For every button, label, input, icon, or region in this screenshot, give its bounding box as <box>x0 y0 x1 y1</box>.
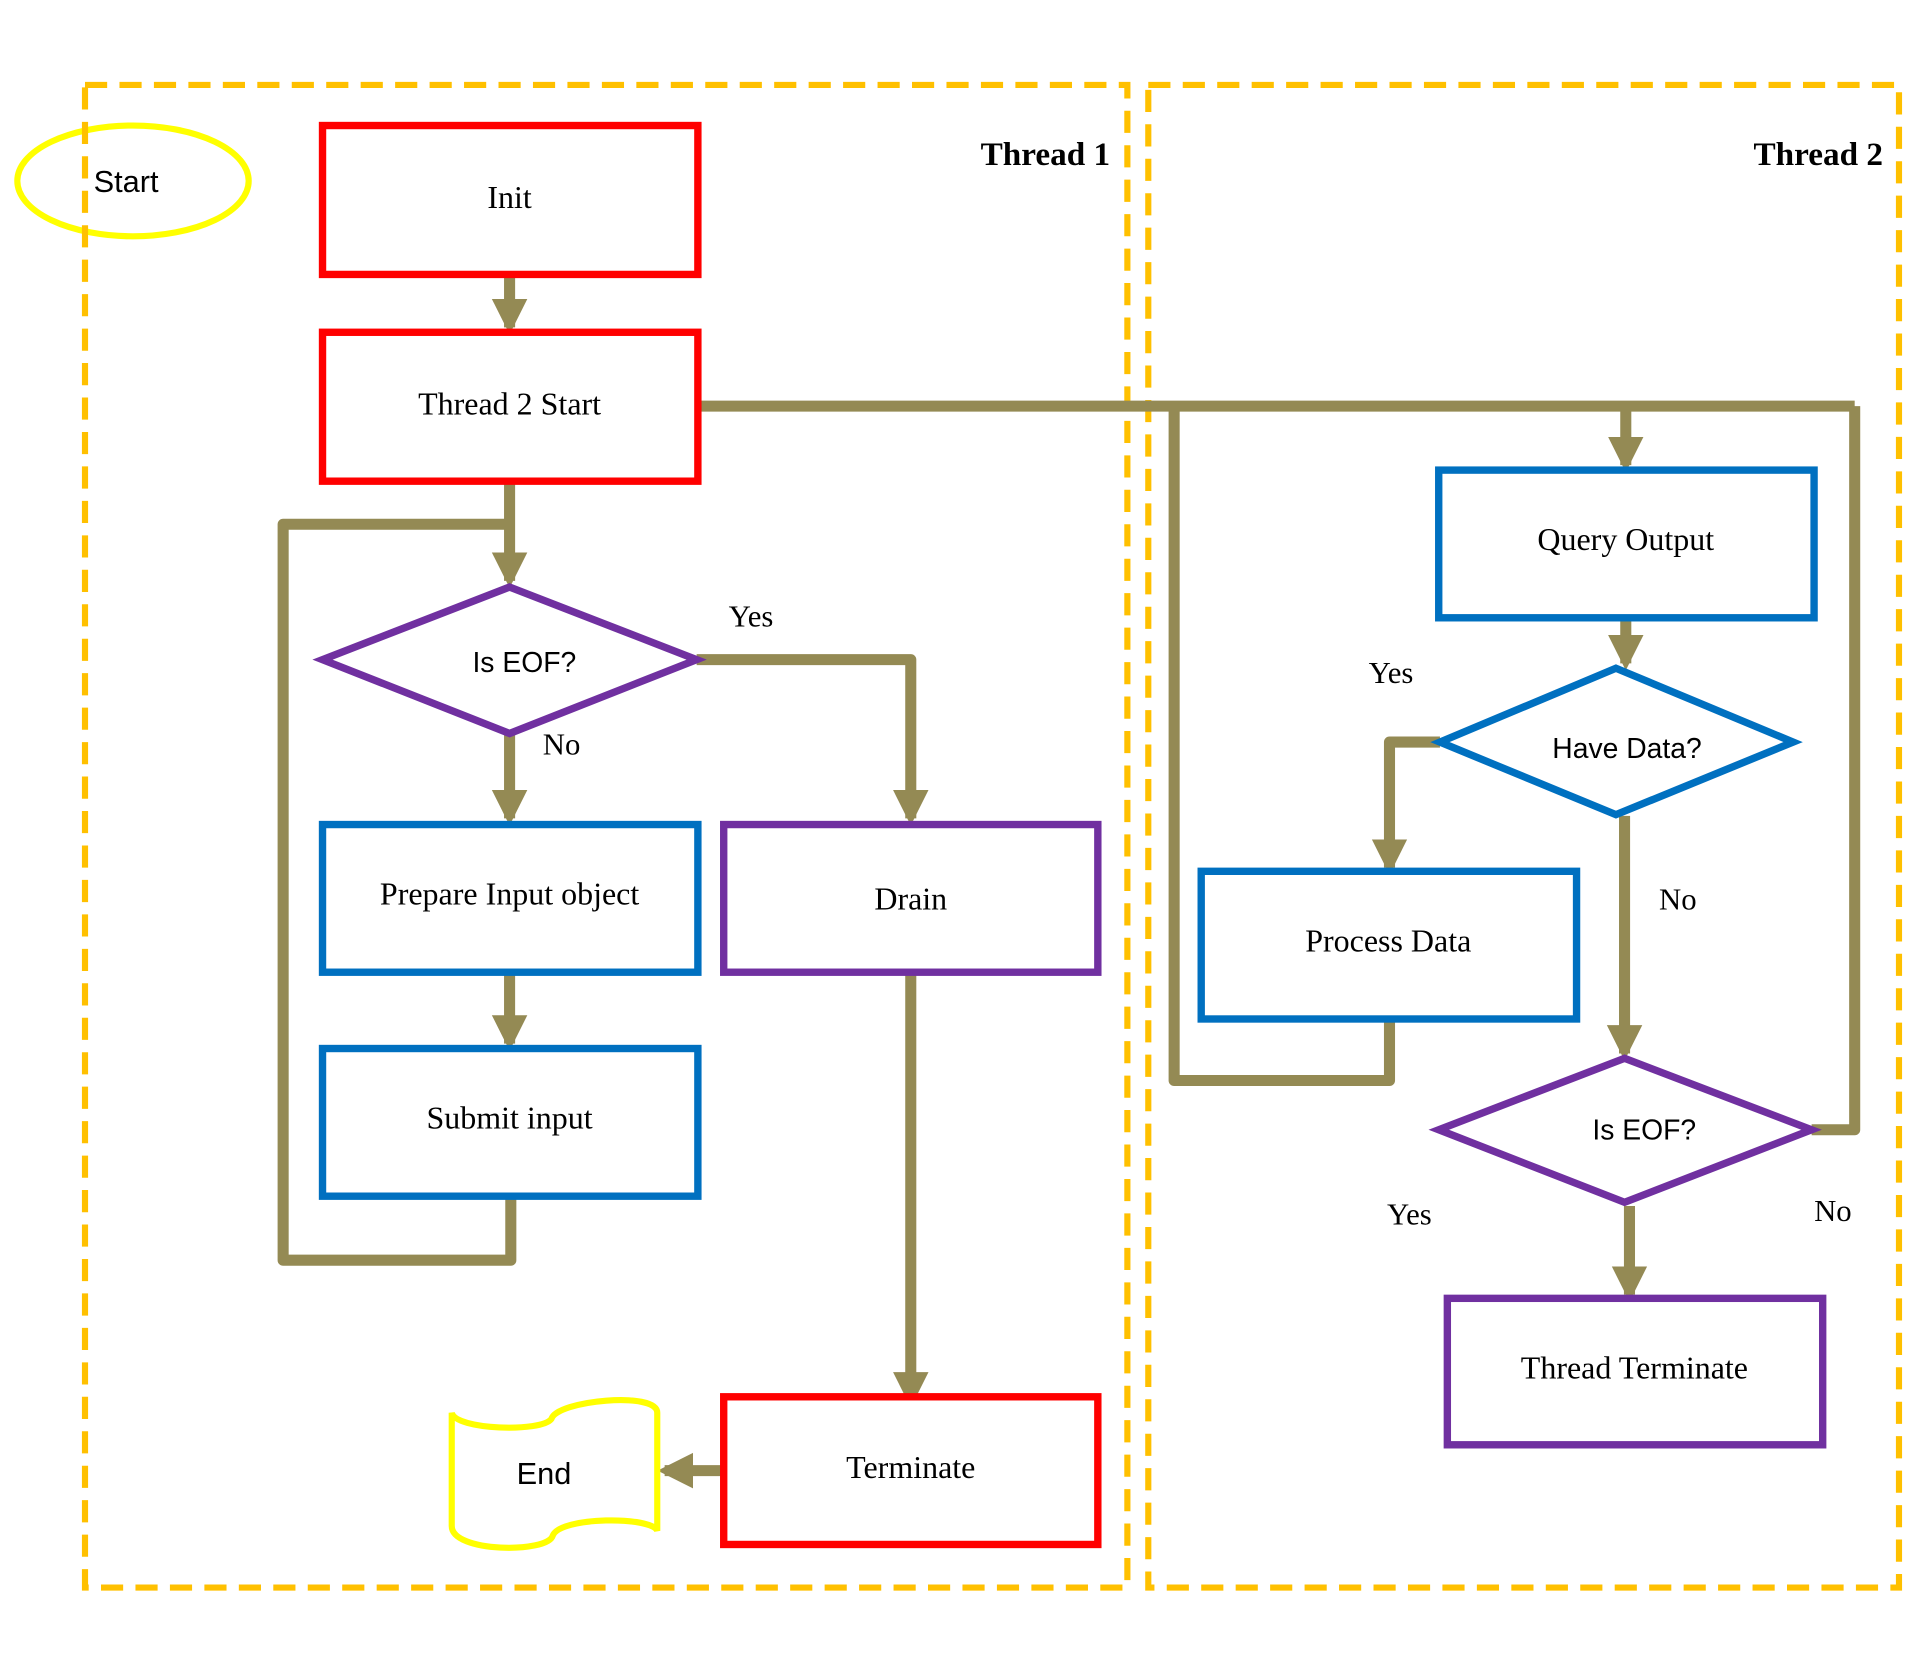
node-is-eof-thread2[interactable]: Is EOF? <box>1428 1054 1822 1207</box>
node-is-eof-thread1[interactable]: Is EOF? <box>312 583 707 738</box>
end-label: End <box>517 1456 572 1491</box>
node-end[interactable]: End <box>448 1397 661 1551</box>
flowchart-canvas: Start Thread 1 Thread 2 Init Thread 2 St… <box>14 81 1903 1591</box>
node-terminate[interactable]: Terminate <box>720 1393 1102 1549</box>
query-output-label: Query Output <box>1537 521 1714 557</box>
submit-input-label: Submit input <box>426 1100 592 1136</box>
init-label: Init <box>487 179 532 215</box>
connector-havedata-yes-to-process <box>1371 736 1440 875</box>
process-data-label: Process Data <box>1305 922 1471 958</box>
eof2-yes-label: Yes <box>1387 1198 1432 1232</box>
connector-eof2-no-loop <box>1811 406 1861 1136</box>
start-label: Start <box>94 164 159 199</box>
terminate-label: Terminate <box>846 1449 975 1485</box>
node-drain[interactable]: Drain <box>720 820 1102 976</box>
node-init[interactable]: Init <box>318 121 702 279</box>
have-data-label: Have Data? <box>1552 732 1701 764</box>
is-eof-thread2-label: Is EOF? <box>1592 1114 1696 1146</box>
thread1-title: Thread 1 <box>981 136 1111 173</box>
prepare-input-label: Prepare Input object <box>380 876 639 912</box>
thread2-start-label: Thread 2 Start <box>418 386 601 422</box>
node-query-output[interactable]: Query Output <box>1435 466 1818 622</box>
node-prepare-input[interactable]: Prepare Input object <box>318 820 702 976</box>
eof2-no-label: No <box>1814 1194 1852 1228</box>
drain-label: Drain <box>874 880 947 916</box>
node-thread2-start[interactable]: Thread 2 Start <box>318 328 702 485</box>
thread-terminate-label: Thread Terminate <box>1521 1349 1748 1385</box>
have-data-yes-label: Yes <box>1369 656 1414 690</box>
eof1-yes-label: Yes <box>729 599 774 633</box>
have-data-no-label: No <box>1659 882 1697 916</box>
connector-eof1-yes-to-drain <box>696 654 929 826</box>
node-thread-terminate[interactable]: Thread Terminate <box>1443 1294 1827 1449</box>
node-have-data[interactable]: Have Data? <box>1430 664 1803 819</box>
node-submit-input[interactable]: Submit input <box>318 1044 702 1200</box>
is-eof-thread1-label: Is EOF? <box>472 646 576 678</box>
node-process-data[interactable]: Process Data <box>1197 867 1581 1023</box>
thread2-title: Thread 2 <box>1753 136 1883 173</box>
eof1-no-label: No <box>543 727 581 761</box>
